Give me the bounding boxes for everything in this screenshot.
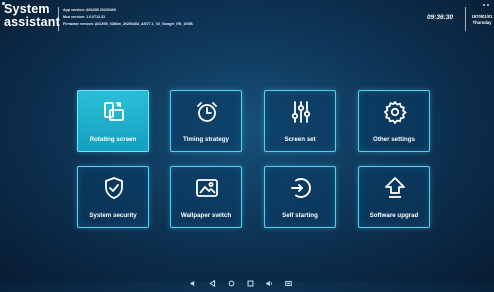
tile-other-settings[interactable]: Other settings: [358, 90, 430, 152]
recent-apps-icon[interactable]: [247, 274, 254, 286]
system-nav-bar: [190, 272, 292, 287]
tile-software-upgrade[interactable]: Software upgrad: [358, 166, 430, 228]
top-status-bar: System assistant App version: AIO20B 202…: [0, 0, 494, 40]
shield-check-icon: [105, 177, 123, 199]
power-arrow-icon: [291, 178, 311, 198]
mcu-version: Mcu version: 1.0.0712.31: [63, 15, 106, 19]
volume-down-icon[interactable]: [190, 274, 197, 286]
home-icon[interactable]: [228, 274, 235, 286]
screenshot-icon[interactable]: [285, 274, 292, 286]
tile-label: Wallpaper switch: [180, 212, 232, 219]
back-icon[interactable]: [209, 274, 216, 287]
tile-rotating-screen[interactable]: Rotating screen: [77, 90, 149, 152]
version-info: App version: AIO20B 20200409 Mcu version…: [63, 7, 193, 28]
app-title: System assistant: [4, 3, 60, 29]
volume-up-icon[interactable]: [266, 274, 273, 286]
tile-label: Timing strategy: [183, 136, 229, 143]
alarm-clock-icon: [197, 102, 217, 122]
tile-screen-set[interactable]: Screen set: [264, 90, 336, 152]
tile-label: Other settings: [373, 136, 415, 143]
upload-arrow-icon: [385, 177, 405, 198]
tile-timing-strategy[interactable]: Timing strategy: [170, 90, 242, 152]
divider: [58, 7, 59, 31]
tile-wallpaper-switch[interactable]: Wallpaper switch: [170, 166, 242, 228]
app-version: App version: AIO20B 20200409: [63, 8, 116, 12]
tile-label: System security: [89, 212, 137, 219]
clock-time: 09:36:30: [427, 14, 454, 21]
divider: [465, 7, 466, 31]
sliders-icon: [291, 101, 311, 123]
tile-system-security[interactable]: System security: [77, 166, 149, 228]
tile-label: Software upgrad: [369, 212, 419, 219]
image-icon: [196, 179, 218, 197]
app-title-line2: assistant: [4, 15, 60, 29]
weekday: Thursday: [472, 20, 492, 25]
date-display: 1970/01/01 Thursday: [470, 14, 494, 26]
tile-self-starting[interactable]: Self starting: [264, 166, 336, 228]
gear-icon: [384, 101, 407, 124]
window-controls[interactable]: [483, 4, 491, 8]
tile-label: Self starting: [282, 212, 318, 219]
tile-label: Rotating screen: [89, 136, 137, 143]
tile-label: Screen set: [284, 136, 316, 143]
firmware-version: Firmware version: AIO20B_0386m_20200404_…: [63, 22, 193, 26]
rotate-screen-icon: [104, 102, 124, 121]
